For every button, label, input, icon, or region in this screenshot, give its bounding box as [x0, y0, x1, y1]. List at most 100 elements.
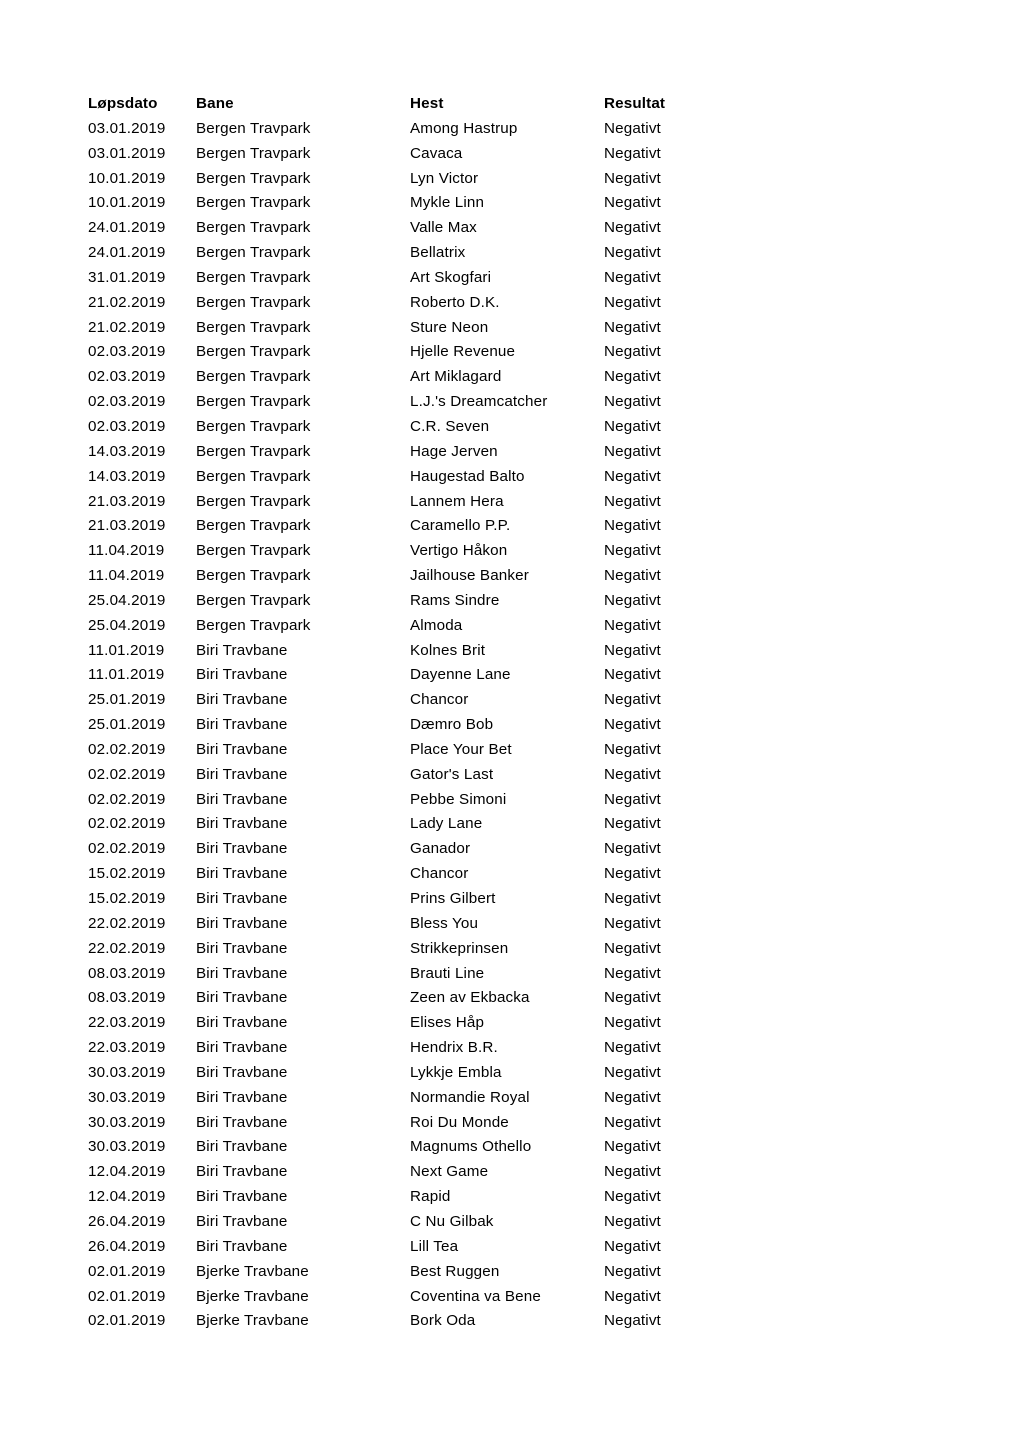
cell-lopsdato: 14.03.2019: [88, 442, 166, 460]
cell-bane: Biri Travbane: [196, 964, 288, 982]
cell-hest: Next Game: [410, 1163, 489, 1181]
cell-hest: C.R. Seven: [410, 417, 490, 435]
cell-lopsdato: 26.04.2019: [88, 1237, 166, 1255]
cell-bane: Bergen Travpark: [196, 318, 311, 336]
table-row: 30.03.2019 Biri Travbane Magnums Othello Ne…: [88, 1139, 724, 1164]
cell-bane: Biri Travbane: [196, 1014, 288, 1032]
cell-bane: Bergen Travpark: [196, 194, 311, 212]
table-row: 26.04.2019 Biri Travbane Lill Tea Negativt: [88, 1239, 724, 1264]
cell-resultat: Negativt: [604, 1212, 661, 1230]
cell-lopsdato: 24.01.2019: [88, 219, 166, 237]
cell-bane: Biri Travbane: [196, 691, 288, 709]
cell-bane: Bjerke Travbane: [196, 1262, 309, 1280]
cell-hest: Elises Håp: [410, 1014, 485, 1032]
cell-lopsdato: 21.02.2019: [88, 293, 166, 311]
table-row: 03.01.2019 Bergen Travpark Among Hastrup Ne…: [88, 121, 724, 146]
table-row: 14.03.2019 Bergen Travpark Haugestad Balto…: [88, 469, 724, 494]
table-row: 15.02.2019 Biri Travbane Prins Gilbert Nega…: [88, 891, 724, 916]
cell-lopsdato: 30.03.2019: [88, 1063, 166, 1081]
cell-lopsdato: 26.04.2019: [88, 1212, 166, 1230]
cell-hest: Hage Jerven: [410, 442, 498, 460]
cell-resultat: Negativt: [604, 244, 661, 262]
cell-bane: Biri Travbane: [196, 666, 288, 684]
cell-lopsdato: 14.03.2019: [88, 467, 166, 485]
cell-hest: Art Skogfari: [410, 268, 492, 286]
table-header: Løpsdato Bane Hest Resultat: [88, 96, 724, 121]
cell-resultat: Negativt: [604, 393, 661, 411]
cell-lopsdato: 11.04.2019: [88, 567, 165, 585]
table-row: 02.02.2019 Biri Travbane Ganador Negativt: [88, 841, 724, 866]
cell-lopsdato: 25.04.2019: [88, 591, 166, 609]
table-row: 10.01.2019 Bergen Travpark Lyn Victor Negat…: [88, 169, 724, 196]
cell-hest: Dayenne Lane: [410, 666, 511, 684]
cell-lopsdato: 02.02.2019: [88, 840, 166, 858]
cell-lopsdato: 02.02.2019: [88, 765, 166, 783]
cell-bane: Biri Travbane: [196, 1039, 288, 1057]
cell-hest: Hendrix B.R.: [410, 1039, 498, 1057]
cell-bane: Bjerke Travbane: [196, 1312, 309, 1330]
cell-hest: Mykle Linn: [410, 194, 485, 212]
cell-lopsdato: 02.03.2019: [88, 393, 166, 411]
cell-bane: Biri Travbane: [196, 865, 288, 883]
cell-resultat: Negativt: [604, 318, 661, 336]
cell-resultat: Negativt: [604, 219, 661, 237]
cell-lopsdato: 15.02.2019: [88, 890, 166, 907]
cell-lopsdato: 30.03.2019: [88, 1088, 166, 1106]
cell-resultat: Negativt: [604, 467, 661, 485]
table-row: 21.03.2019 Bergen Travpark Lannem Hera Nega…: [88, 492, 724, 519]
cell-resultat: Negativt: [604, 293, 661, 311]
cell-hest: Chancor: [410, 865, 469, 883]
cell-lopsdato: 31.01.2019: [88, 268, 166, 286]
cell-bane: Biri Travbane: [196, 1163, 288, 1181]
cell-bane: Bergen Travpark: [196, 144, 311, 162]
cell-hest: Roi Du Monde: [410, 1113, 509, 1131]
table-row: 02.02.2019 Biri Travbane Gator's Last Negat…: [88, 767, 724, 792]
cell-resultat: Negativt: [604, 890, 661, 907]
cell-lopsdato: 02.03.2019: [88, 368, 166, 386]
cell-hest: Cavaca: [410, 144, 463, 162]
cell-bane: Bergen Travpark: [196, 567, 311, 585]
cell-resultat: Negativt: [604, 169, 661, 187]
cell-resultat: Negativt: [604, 840, 661, 858]
cell-lopsdato: 21.03.2019: [88, 492, 166, 510]
cell-resultat: Negativt: [604, 790, 661, 808]
table-row: 25.04.2019 Bergen Travpark Rams Sindre Nega…: [88, 593, 724, 618]
cell-resultat: Negativt: [604, 194, 661, 212]
table-row: 22.02.2019 Biri Travbane Bless You Negativt: [88, 916, 724, 941]
cell-resultat: Negativt: [604, 1063, 661, 1081]
cell-resultat: Negativt: [604, 1113, 661, 1131]
cell-hest: L.J.'s Dreamcatcher: [410, 393, 548, 411]
cell-bane: Biri Travbane: [196, 1237, 288, 1255]
cell-lopsdato: 11.01.2019: [88, 641, 165, 659]
cell-resultat: Negativt: [604, 914, 661, 932]
table-row: 25.01.2019 Biri Travbane Chancor Negativt: [88, 692, 724, 717]
cell-resultat: Negativt: [604, 740, 661, 758]
cell-bane: Bergen Travpark: [196, 169, 311, 187]
table-row: 02.03.2019 Bergen Travpark Hjelle Revenue N…: [88, 344, 724, 369]
cell-resultat: Negativt: [604, 1039, 661, 1057]
cell-lopsdato: 15.02.2019: [88, 865, 166, 883]
cell-bane: Bergen Travpark: [196, 368, 311, 386]
cell-hest: Kolnes Brit: [410, 641, 486, 659]
cell-bane: Bergen Travpark: [196, 119, 311, 137]
cell-resultat: Negativt: [604, 815, 661, 833]
table-row: 24.01.2019 Bergen Travpark Bellatrix Negati…: [88, 245, 724, 270]
table-row: 12.04.2019 Biri Travbane Next Game Negativt: [88, 1164, 724, 1189]
cell-hest: Lyn Victor: [410, 169, 479, 187]
table-row: 31.01.2019 Bergen Travpark Art Skogfari Neg…: [88, 270, 724, 295]
cell-hest: Coventina va Bene: [410, 1287, 541, 1305]
cell-lopsdato: 25.01.2019: [88, 691, 166, 709]
table-row: 02.03.2019 Bergen Travpark C.R. Seven Negat…: [88, 419, 724, 444]
cell-hest: Normandie Royal: [410, 1088, 530, 1106]
cell-lopsdato: 10.01.2019: [88, 169, 166, 187]
table-row: 25.01.2019 Biri Travbane Dæmro Bob Negativt: [88, 717, 724, 742]
cell-lopsdato: 12.04.2019: [88, 1163, 166, 1181]
cell-resultat: Negativt: [604, 591, 661, 609]
cell-hest: Pebbe Simoni: [410, 790, 507, 808]
cell-hest: Lykkje Embla: [410, 1063, 502, 1081]
cell-hest: Valle Max: [410, 219, 477, 237]
cell-bane: Bergen Travpark: [196, 417, 311, 435]
cell-hest: Prins Gilbert: [410, 890, 496, 907]
cell-hest: Best Ruggen: [410, 1262, 500, 1280]
cell-bane: Biri Travbane: [196, 740, 288, 758]
